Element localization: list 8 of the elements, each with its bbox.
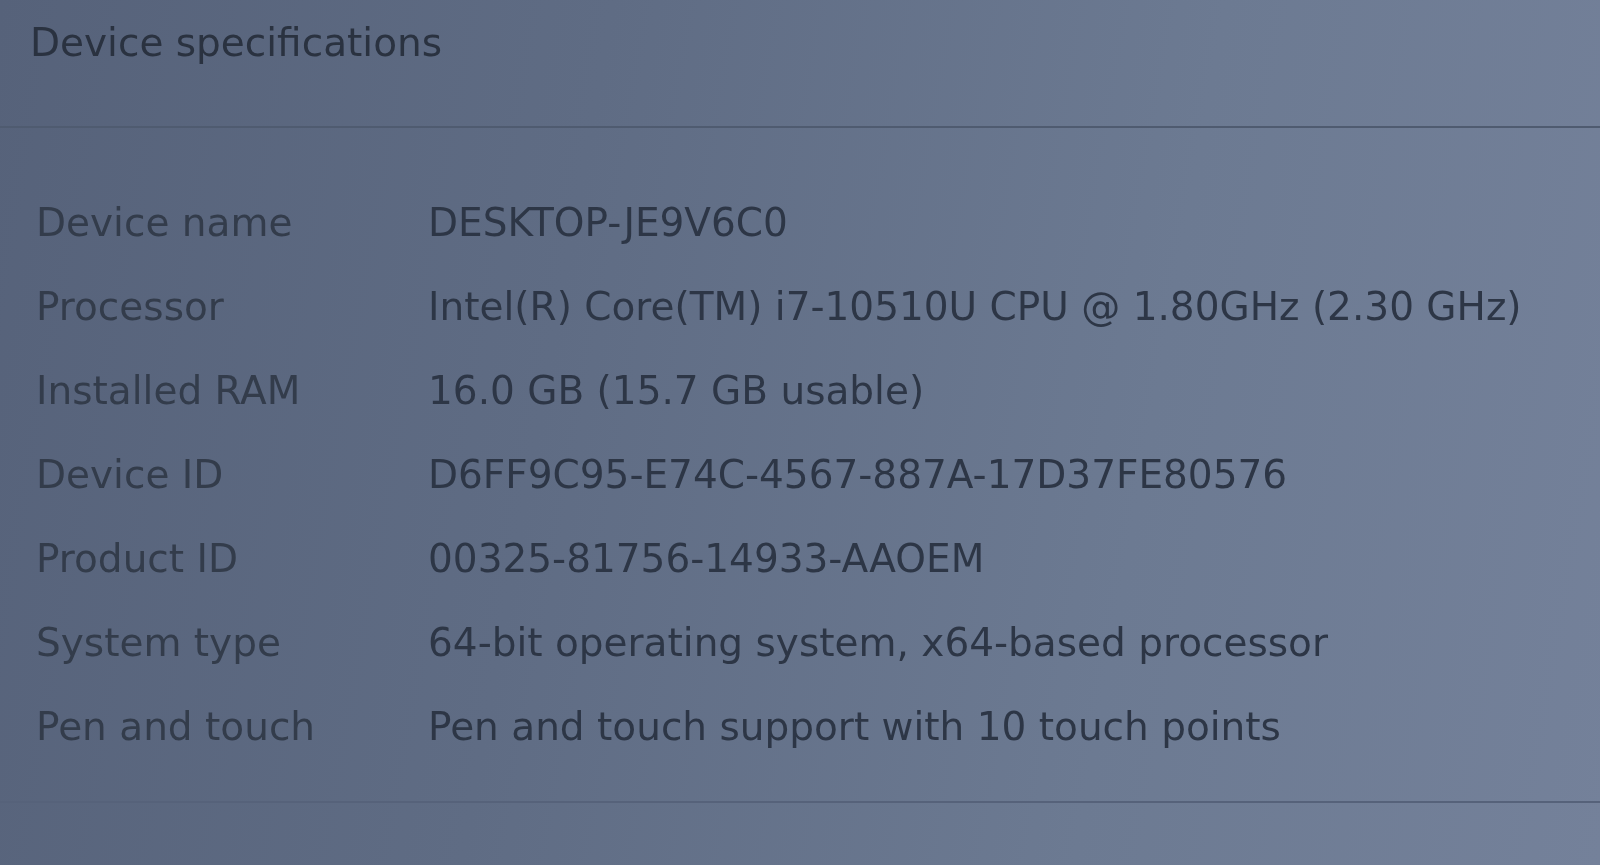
spec-value: D6FF9C95-E74C-4567-887A-17D37FE80576 — [428, 451, 1288, 499]
spec-value: Pen and touch support with 10 touch points — [428, 703, 1281, 751]
spec-value: 00325-81756-14933-AAOEM — [428, 535, 985, 583]
section-title: Device specifications — [30, 19, 443, 67]
spec-value: DESKTOP-JE9V6C0 — [428, 199, 788, 247]
spec-value: Intel(R) Core(TM) i7-10510U CPU @ 1.80GHz (2.30 GHz) — [428, 283, 1522, 331]
spec-value: 16.0 GB (15.7 GB usable) — [428, 367, 925, 415]
spec-value: 64-bit operating system, x64-based processor — [428, 619, 1328, 667]
